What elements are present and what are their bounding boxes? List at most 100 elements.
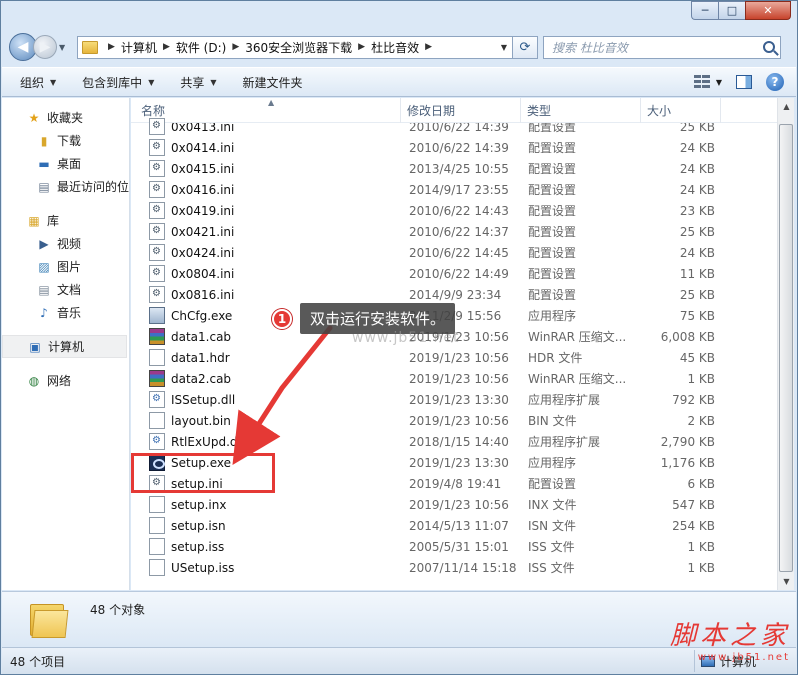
breadcrumb-item[interactable]: 计算机: [121, 39, 157, 56]
minimize-button[interactable]: ─: [691, 1, 718, 20]
file-name: 0x0414.ini: [171, 140, 235, 155]
nav-item-10[interactable]: ◍ 网络: [2, 369, 129, 392]
column-headers: 名称 修改日期 类型 大小 ▲: [131, 98, 777, 123]
file-name-cell: 0x0804.ini: [131, 265, 402, 282]
nav-item-label: 音乐: [57, 306, 82, 320]
file-row[interactable]: 0x0415.ini 2013/4/25 10:55 配置设置 24 KB: [131, 158, 777, 179]
refresh-button[interactable]: ⟳: [513, 35, 538, 59]
folder-icon: [82, 40, 98, 54]
file-type-cell: 应用程序: [528, 456, 577, 470]
help-icon[interactable]: ?: [766, 73, 784, 91]
dropdown-arrow-icon: ▼: [50, 77, 57, 87]
file-date-cell: 2013/4/25 10:55: [409, 161, 509, 176]
file-type-cell: 配置设置: [528, 162, 577, 176]
file-date-cell: 2019/4/8 19:41: [409, 476, 502, 491]
nav-item-label: 文档: [57, 283, 82, 297]
navigation-pane: ★收藏夹▮下载▬桌面▤最近访问的位置▦库▶视频▨图片▤文档♪音乐▣计算机◍网络: [2, 98, 130, 590]
preview-pane-icon[interactable]: [736, 75, 752, 89]
file-size-cell: 2 KB: [687, 413, 715, 428]
column-type[interactable]: 类型: [521, 98, 641, 123]
breadcrumb-separator-icon[interactable]: ▶: [232, 42, 239, 52]
file-name-cell: setup.inx: [131, 496, 402, 513]
address-history-dropdown[interactable]: ▼: [496, 43, 512, 52]
breadcrumb-separator-icon[interactable]: ▶: [358, 42, 365, 52]
file-row[interactable]: 0x0416.ini 2014/9/17 23:55 配置设置 24 KB: [131, 179, 777, 200]
nav-item-0[interactable]: ★ 收藏夹: [2, 106, 129, 129]
file-row[interactable]: USetup.iss 2007/11/14 15:18 ISS 文件 1 KB: [131, 557, 777, 578]
vertical-scrollbar[interactable]: ▲ ▼: [777, 98, 794, 590]
command-2[interactable]: 共享 ▼: [180, 74, 216, 91]
nav-item-5[interactable]: ▶ 视频: [2, 232, 129, 255]
file-row[interactable]: 0x0421.ini 2010/6/22 14:37 配置设置 25 KB: [131, 221, 777, 242]
column-size[interactable]: 大小: [641, 98, 721, 123]
nav-item-7[interactable]: ▤ 文档: [2, 278, 129, 301]
file-row[interactable]: 0x0424.ini 2010/6/22 14:45 配置设置 24 KB: [131, 242, 777, 263]
nav-item-1[interactable]: ▮ 下载: [2, 129, 129, 152]
file-row[interactable]: 0x0804.ini 2010/6/22 14:49 配置设置 11 KB: [131, 263, 777, 284]
breadcrumb-item[interactable]: 软件 (D:): [176, 39, 226, 56]
nav-item-6[interactable]: ▨ 图片: [2, 255, 129, 278]
file-date-cell: 2010/6/22 14:45: [409, 245, 509, 260]
file-row[interactable]: data1.hdr 2019/1/23 10:56 HDR 文件 45 KB: [131, 347, 777, 368]
file-row[interactable]: 0x0414.ini 2010/6/22 14:39 配置设置 24 KB: [131, 137, 777, 158]
scroll-thumb[interactable]: [779, 124, 793, 572]
file-row[interactable]: 0x0419.ini 2010/6/22 14:43 配置设置 23 KB: [131, 200, 777, 221]
command-0[interactable]: 组织 ▼: [20, 74, 56, 91]
search-input[interactable]: 搜索 杜比音效: [543, 35, 781, 59]
ini-file-icon: [149, 202, 165, 219]
nav-item-4[interactable]: ▦ 库: [2, 209, 129, 232]
column-date[interactable]: 修改日期: [401, 98, 521, 123]
caption-buttons: ─ □ ✕: [691, 1, 791, 20]
file-name: 0x0816.ini: [171, 287, 235, 302]
file-size-cell: 254 KB: [672, 518, 715, 533]
file-file-icon: [149, 559, 165, 576]
file-type-cell: 应用程序: [528, 309, 577, 323]
breadcrumb-separator-icon[interactable]: ▶: [108, 42, 115, 52]
file-size-cell: 2,790 KB: [660, 434, 715, 449]
ini-file-icon: [149, 244, 165, 261]
scroll-up-button[interactable]: ▲: [778, 98, 795, 115]
recent-places-icon: ▤: [38, 179, 50, 194]
file-row[interactable]: setup.isn 2014/5/13 11:07 ISN 文件 254 KB: [131, 515, 777, 536]
file-name-cell: RtlExUpd.dll: [131, 433, 402, 450]
forward-button[interactable]: ▶: [33, 35, 57, 59]
file-size-cell: 1 KB: [687, 539, 715, 554]
recent-pages-dropdown[interactable]: ▼: [59, 43, 71, 52]
file-row[interactable]: setup.iss 2005/5/31 15:01 ISS 文件 1 KB: [131, 536, 777, 557]
address-bar[interactable]: ▶ 计算机 ▶ 软件 (D:) ▶ 360安全浏览器下载 ▶ 杜比音效 ▶ ▼: [77, 35, 513, 59]
close-button[interactable]: ✕: [745, 1, 791, 20]
command-1[interactable]: 包含到库中 ▼: [82, 74, 154, 91]
nav-item-9[interactable]: ▣ 计算机: [2, 335, 127, 358]
nav-item-8[interactable]: ♪ 音乐: [2, 301, 129, 324]
file-date-cell: 2018/1/15 14:40: [409, 434, 509, 449]
nav-item-2[interactable]: ▬ 桌面: [2, 152, 129, 175]
view-dropdown-icon[interactable]: ▼: [716, 78, 722, 87]
file-date-cell: 2007/11/14 15:18: [409, 560, 517, 575]
address-row: ◀ ▶ ▼ ▶ 计算机 ▶ 软件 (D:) ▶ 360安全浏览器下载 ▶ 杜比音效 ▶ ▼ ⟳ …: [9, 31, 789, 63]
file-size-cell: 25 KB: [679, 287, 715, 302]
breadcrumb-item[interactable]: 杜比音效: [371, 39, 419, 56]
dropdown-arrow-icon: ▼: [148, 77, 155, 87]
file-row[interactable]: setup.inx 2019/1/23 10:56 INX 文件 547 KB: [131, 494, 777, 515]
file-row[interactable]: data2.cab 2019/1/23 10:56 WinRAR 压缩文... 1 K…: [131, 368, 777, 389]
column-name[interactable]: 名称: [131, 98, 401, 123]
change-view-icon[interactable]: [693, 75, 710, 89]
breadcrumb-separator-icon[interactable]: ▶: [163, 42, 170, 52]
file-row[interactable]: layout.bin 2019/1/23 10:56 BIN 文件 2 KB: [131, 410, 777, 431]
file-row[interactable]: ISSetup.dll 2019/1/23 13:30 应用程序扩展 792 KB: [131, 389, 777, 410]
breadcrumb-separator-icon[interactable]: ▶: [425, 42, 432, 52]
file-row[interactable]: 0x0816.ini 2014/9/9 23:34 配置设置 25 KB: [131, 284, 777, 305]
file-row[interactable]: RtlExUpd.dll 2018/1/15 14:40 应用程序扩展 2,790 K…: [131, 431, 777, 452]
breadcrumb-item[interactable]: 360安全浏览器下载: [245, 39, 352, 56]
command-3[interactable]: 新建文件夹: [243, 74, 303, 91]
command-label: 新建文件夹: [242, 75, 303, 90]
sort-indicator-icon: ▲: [268, 98, 275, 107]
search-icon[interactable]: [763, 41, 775, 53]
nav-item-3[interactable]: ▤ 最近访问的位置: [2, 175, 129, 198]
maximize-button[interactable]: □: [718, 1, 745, 20]
file-name: ChCfg.exe: [171, 308, 233, 323]
file-type-cell: 配置设置: [528, 246, 577, 260]
file-date-cell: 2019/1/23 10:56: [409, 350, 509, 365]
scroll-down-button[interactable]: ▼: [778, 573, 795, 590]
file-type-cell: ISS 文件: [528, 561, 575, 575]
